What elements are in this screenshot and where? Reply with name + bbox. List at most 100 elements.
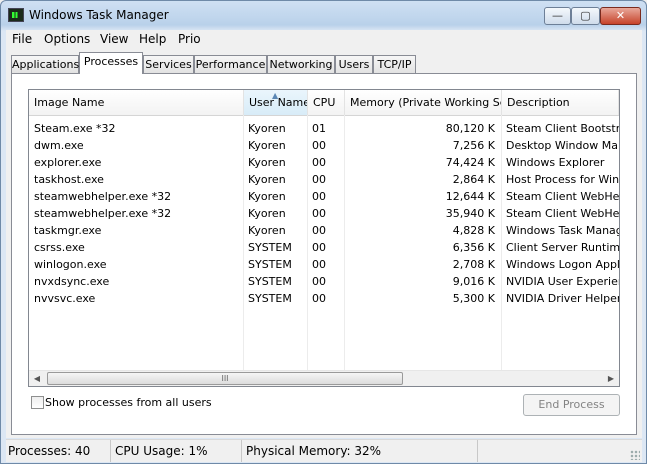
tab-performance[interactable]: Performance xyxy=(194,55,267,73)
cell-description: Host Process for Windo xyxy=(506,173,619,186)
cell-description: Desktop Window Manag xyxy=(506,139,619,152)
cell-cpu: 00 xyxy=(312,190,326,203)
end-process-button[interactable]: End Process xyxy=(523,394,620,416)
table-row[interactable]: winlogon.exe SYSTEM 00 2,708 K Windows Logon… xyxy=(29,256,619,273)
cell-image-name: winlogon.exe xyxy=(34,258,107,271)
cell-image-name: taskhost.exe xyxy=(34,173,104,186)
sort-ascending-icon: ▲ xyxy=(272,91,279,100)
table-row[interactable]: nvxdsync.exe SYSTEM 00 9,016 K NVIDIA User E… xyxy=(29,273,619,290)
cell-description: Windows Logon Applica xyxy=(506,258,619,271)
cell-user-name: SYSTEM xyxy=(248,258,292,271)
cell-cpu: 01 xyxy=(312,122,326,135)
cell-memory: 12,644 K xyxy=(445,190,495,203)
cell-description: Steam Client WebHelpe xyxy=(506,190,619,203)
table-row[interactable]: taskhost.exe Kyoren 00 2,864 K Host Process … xyxy=(29,171,619,188)
horizontal-scrollbar[interactable]: ◀ III ▶ xyxy=(29,370,619,386)
cell-description: NVIDIA User Experienc xyxy=(506,275,619,288)
cell-cpu: 00 xyxy=(312,241,326,254)
tab-applications[interactable]: Applications xyxy=(11,55,79,73)
cell-description: Windows Task Manager xyxy=(506,224,619,237)
task-manager-window: Windows Task Manager — ▢ ✕ File Options … xyxy=(0,0,647,464)
resize-grip-icon[interactable] xyxy=(630,450,640,460)
table-row[interactable]: dwm.exe Kyoren 00 7,256 K Desktop Window Man… xyxy=(29,137,619,154)
table-row[interactable]: Steam.exe *32 Kyoren 01 80,120 K Steam Clien… xyxy=(29,120,619,137)
cell-description: Windows Explorer xyxy=(506,156,605,169)
tab-services[interactable]: Services xyxy=(143,55,194,73)
cell-user-name: Kyoren xyxy=(248,156,286,169)
cell-user-name: Kyoren xyxy=(248,190,286,203)
column-user-name[interactable]: ▲ User Name xyxy=(244,90,308,115)
tab-networking[interactable]: Networking xyxy=(267,55,335,73)
status-cpu-usage: CPU Usage: 1% xyxy=(111,440,242,462)
status-empty xyxy=(478,440,642,462)
cell-image-name: steamwebhelper.exe *32 xyxy=(34,190,172,203)
show-all-users-checkbox[interactable] xyxy=(31,396,44,409)
cell-memory: 74,424 K xyxy=(445,156,495,169)
status-physical-memory: Physical Memory: 32% xyxy=(242,440,478,462)
menu-file[interactable]: File xyxy=(12,32,32,46)
title-bar[interactable]: Windows Task Manager — ▢ ✕ xyxy=(1,1,646,29)
cell-memory: 2,864 K xyxy=(452,173,495,186)
maximize-button[interactable]: ▢ xyxy=(571,7,600,25)
cell-user-name: SYSTEM xyxy=(248,241,292,254)
scroll-thumb[interactable]: III xyxy=(47,372,403,385)
cell-image-name: nvvsvc.exe xyxy=(34,292,96,305)
menu-view[interactable]: View xyxy=(100,32,128,46)
menu-options[interactable]: Options xyxy=(44,32,90,46)
cell-image-name: dwm.exe xyxy=(34,139,84,152)
scroll-right-icon[interactable]: ▶ xyxy=(604,373,618,385)
menu-help[interactable]: Help xyxy=(139,32,166,46)
column-memory[interactable]: Memory (Private Working Set) xyxy=(345,90,502,115)
cell-memory: 35,940 K xyxy=(445,207,495,220)
cell-user-name: Kyoren xyxy=(248,207,286,220)
cell-description: Steam Client WebHelpe xyxy=(506,207,619,220)
cell-image-name: explorer.exe xyxy=(34,156,102,169)
close-button[interactable]: ✕ xyxy=(600,7,641,25)
cell-description: Steam Client Bootstrap xyxy=(506,122,619,135)
table-row[interactable]: csrss.exe SYSTEM 00 6,356 K Client Server Ru… xyxy=(29,239,619,256)
client-area: Applications Processes Services Performa… xyxy=(6,50,642,438)
process-list[interactable]: Image Name ▲ User Name CPU Memory (Priva… xyxy=(28,89,620,387)
cell-user-name: Kyoren xyxy=(248,173,286,186)
table-row[interactable]: nvvsvc.exe SYSTEM 00 5,300 K NVIDIA Driver H… xyxy=(29,290,619,307)
cell-image-name: Steam.exe *32 xyxy=(34,122,116,135)
column-cpu[interactable]: CPU xyxy=(308,90,345,115)
cell-image-name: nvxdsync.exe xyxy=(34,275,110,288)
cell-memory: 5,300 K xyxy=(452,292,495,305)
column-description[interactable]: Description xyxy=(502,90,619,115)
cell-memory: 4,828 K xyxy=(452,224,495,237)
cell-user-name: Kyoren xyxy=(248,224,286,237)
cell-image-name: steamwebhelper.exe *32 xyxy=(34,207,172,220)
table-row[interactable]: explorer.exe Kyoren 00 74,424 K Windows Expl… xyxy=(29,154,619,171)
status-bar: Processes: 40 CPU Usage: 1% Physical Mem… xyxy=(6,439,642,462)
cell-memory: 2,708 K xyxy=(452,258,495,271)
window-title: Windows Task Manager xyxy=(29,8,169,22)
minimize-button[interactable]: — xyxy=(544,7,571,25)
table-row[interactable]: steamwebhelper.exe *32 Kyoren 00 35,940 K St… xyxy=(29,205,619,222)
column-user-name-label: User Name xyxy=(249,96,308,109)
tab-tcpip[interactable]: TCP/IP xyxy=(373,55,416,73)
thumb-grip-icon: III xyxy=(221,374,229,383)
tab-users[interactable]: Users xyxy=(335,55,373,73)
cell-user-name: Kyoren xyxy=(248,139,286,152)
cell-cpu: 00 xyxy=(312,258,326,271)
tab-processes[interactable]: Processes xyxy=(79,52,143,74)
cell-image-name: taskmgr.exe xyxy=(34,224,102,237)
cell-memory: 80,120 K xyxy=(445,122,495,135)
task-manager-icon[interactable] xyxy=(8,8,24,22)
cell-description: Client Server Runtime P xyxy=(506,241,619,254)
cell-memory: 9,016 K xyxy=(452,275,495,288)
cell-memory: 6,356 K xyxy=(452,241,495,254)
cell-description: NVIDIA Driver Helper S xyxy=(506,292,619,305)
menu-prio[interactable]: Prio xyxy=(178,32,201,46)
cell-cpu: 00 xyxy=(312,173,326,186)
table-row[interactable]: steamwebhelper.exe *32 Kyoren 00 12,644 K St… xyxy=(29,188,619,205)
cell-user-name: Kyoren xyxy=(248,122,286,135)
scroll-left-icon[interactable]: ◀ xyxy=(30,373,44,385)
cell-cpu: 00 xyxy=(312,224,326,237)
cell-cpu: 00 xyxy=(312,207,326,220)
table-row[interactable]: taskmgr.exe Kyoren 00 4,828 K Windows Task M… xyxy=(29,222,619,239)
cell-image-name: csrss.exe xyxy=(34,241,85,254)
column-image-name[interactable]: Image Name xyxy=(29,90,244,115)
show-all-users-label[interactable]: Show processes from all users xyxy=(45,396,212,409)
